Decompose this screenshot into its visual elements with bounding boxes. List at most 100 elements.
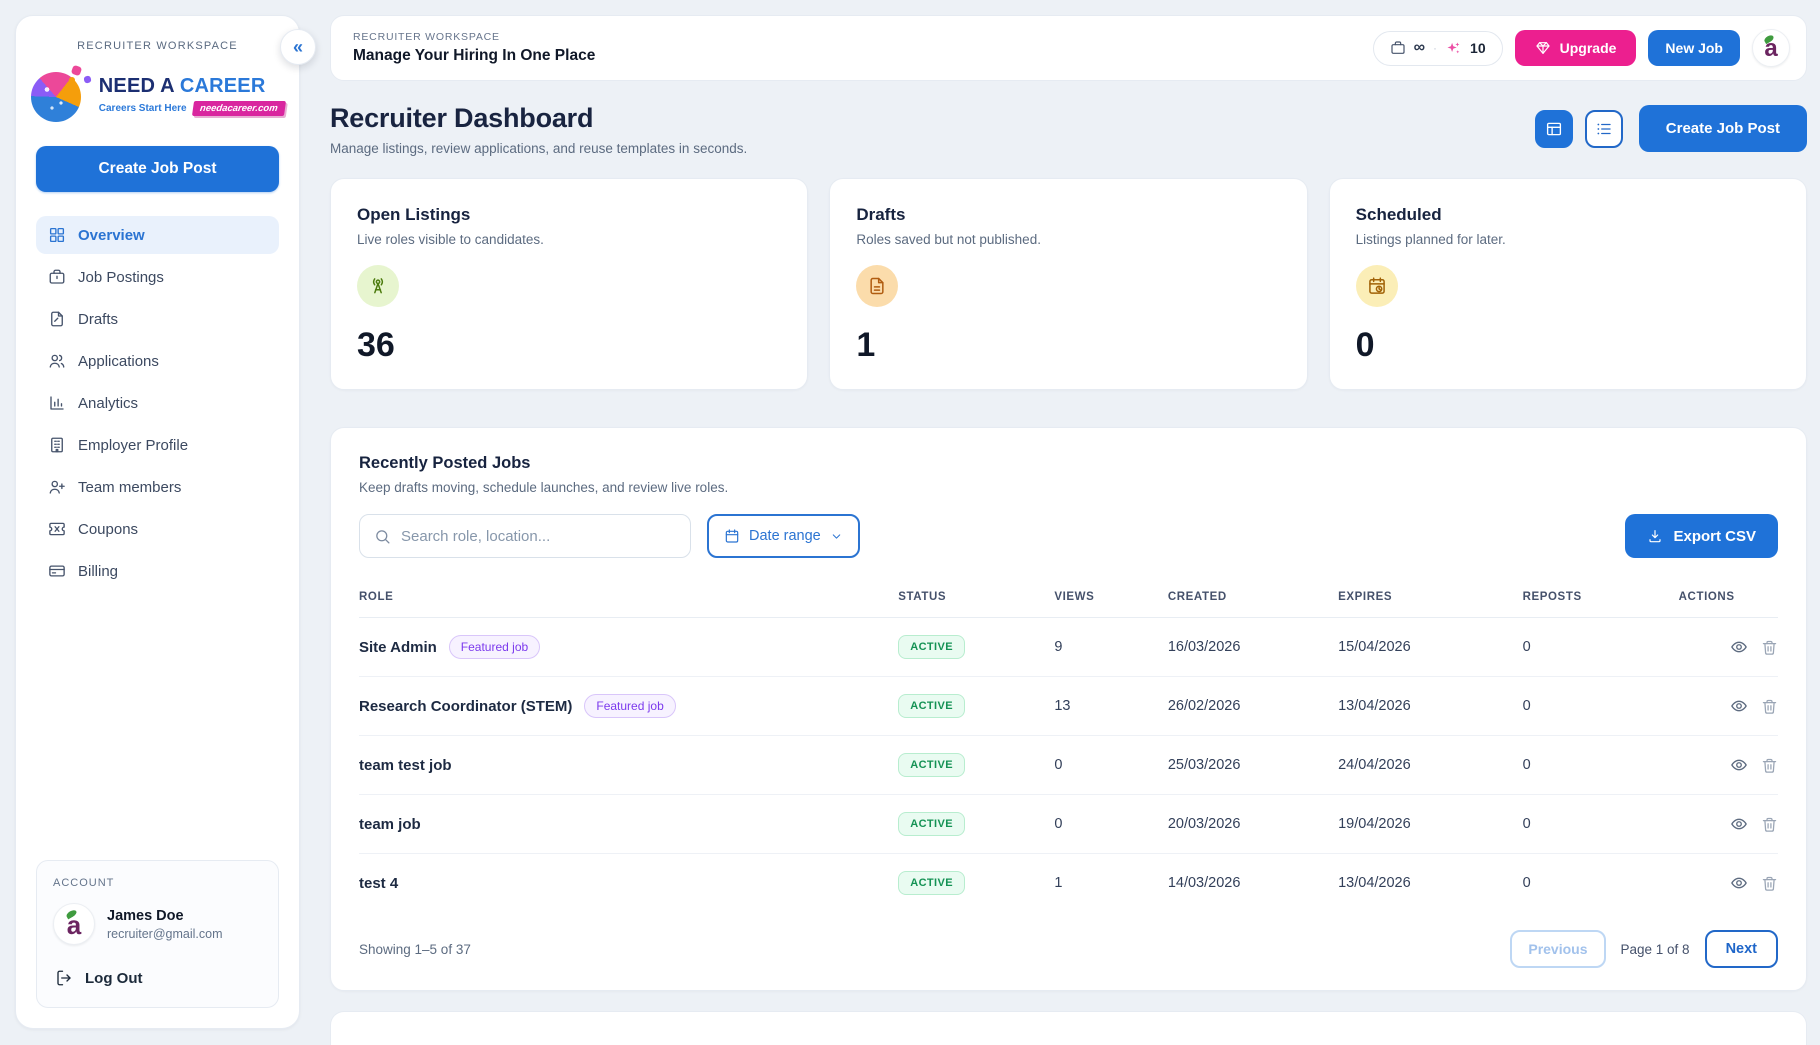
ticket-icon [48, 520, 66, 538]
stat-value: 0 [1356, 326, 1780, 365]
table-header-row: ROLE STATUS VIEWS CREATED EXPIRES REPOST… [359, 578, 1778, 618]
sidebar-item-label: Overview [78, 227, 145, 244]
sidebar-create-job-button[interactable]: Create Job Post [36, 146, 279, 192]
sidebar-item-drafts[interactable]: Drafts [36, 300, 279, 338]
brand-name: NEED A CAREER [99, 75, 284, 98]
header-expires: EXPIRES [1338, 578, 1522, 618]
search-input[interactable] [401, 528, 676, 545]
header-role: ROLE [359, 578, 898, 618]
job-expires: 24/04/2026 [1338, 736, 1522, 795]
export-csv-button[interactable]: Export CSV [1625, 514, 1778, 558]
view-icon[interactable] [1730, 815, 1748, 833]
delete-icon[interactable] [1761, 639, 1778, 656]
sidebar-nav: Overview Job Postings Drafts Application… [36, 216, 279, 590]
credits-pill[interactable]: ∞ · 10 [1373, 31, 1503, 66]
list-icon [1595, 120, 1613, 138]
previous-page-button[interactable]: Previous [1510, 930, 1605, 968]
brand-globe-icon [31, 66, 89, 124]
featured-badge: Featured job [584, 694, 675, 718]
sidebar: RECRUITER WORKSPACE NEED A CAREER Career… [15, 15, 300, 1029]
view-icon[interactable] [1730, 638, 1748, 656]
building-icon [48, 436, 66, 454]
recently-posted-jobs-card: Recently Posted Jobs Keep drafts moving,… [330, 427, 1807, 991]
stat-card-drafts: Drafts Roles saved but not published. 1 [829, 178, 1307, 390]
page-title: Recruiter Dashboard [330, 103, 747, 134]
sidebar-item-label: Employer Profile [78, 437, 188, 454]
status-badge: ACTIVE [898, 635, 965, 659]
status-badge: ACTIVE [898, 812, 965, 836]
jobs-table: ROLE STATUS VIEWS CREATED EXPIRES REPOST… [359, 578, 1778, 912]
job-reposts: 0 [1523, 736, 1679, 795]
broadcast-icon [357, 265, 399, 307]
brand-domain-badge: needacareer.com [192, 101, 286, 116]
sidebar-item-label: Job Postings [78, 269, 164, 286]
job-created: 14/03/2026 [1168, 854, 1338, 913]
stat-cards: Open Listings Live roles visible to cand… [330, 178, 1807, 390]
sidebar-item-label: Coupons [78, 521, 138, 538]
delete-icon[interactable] [1761, 816, 1778, 833]
job-views: 1 [1054, 854, 1168, 913]
account-heading: ACCOUNT [53, 877, 262, 889]
sidebar-item-employer-profile[interactable]: Employer Profile [36, 426, 279, 464]
job-views: 9 [1054, 618, 1168, 677]
job-views: 13 [1054, 677, 1168, 736]
upgrade-button[interactable]: Upgrade [1515, 30, 1637, 66]
account-avatar: a [53, 903, 95, 945]
job-reposts: 0 [1523, 854, 1679, 913]
sidebar-collapse-button[interactable]: « [280, 29, 316, 65]
pagination: Previous Page 1 of 8 Next [1510, 930, 1778, 968]
user-avatar[interactable]: a [1752, 29, 1790, 67]
sidebar-item-label: Applications [78, 353, 159, 370]
sidebar-item-job-postings[interactable]: Job Postings [36, 258, 279, 296]
chevrons-left-icon: « [293, 37, 303, 58]
list-view-toggle[interactable] [1585, 110, 1623, 148]
sidebar-workspace-label: RECRUITER WORKSPACE [36, 40, 279, 52]
topbar-eyebrow: RECRUITER WORKSPACE [353, 31, 595, 43]
view-icon[interactable] [1730, 874, 1748, 892]
delete-icon[interactable] [1761, 875, 1778, 892]
job-reposts: 0 [1523, 618, 1679, 677]
sidebar-item-label: Analytics [78, 395, 138, 412]
infinity-jobs-count: ∞ [1414, 40, 1425, 56]
showing-count: Showing 1–5 of 37 [359, 942, 471, 957]
grid-icon [48, 226, 66, 244]
sidebar-item-billing[interactable]: Billing [36, 552, 279, 590]
job-role: Research Coordinator (STEM) [359, 698, 572, 715]
sidebar-item-overview[interactable]: Overview [36, 216, 279, 254]
account-name: James Doe [107, 908, 223, 924]
sidebar-item-coupons[interactable]: Coupons [36, 510, 279, 548]
status-badge: ACTIVE [898, 753, 965, 777]
logout-button[interactable]: Log Out [53, 963, 262, 993]
bar-chart-icon [48, 394, 66, 412]
delete-icon[interactable] [1761, 698, 1778, 715]
user-plus-icon [48, 478, 66, 496]
sidebar-item-team-members[interactable]: Team members [36, 468, 279, 506]
job-created: 16/03/2026 [1168, 618, 1338, 677]
job-role: team test job [359, 757, 452, 774]
job-reposts: 0 [1523, 677, 1679, 736]
create-job-post-button[interactable]: Create Job Post [1639, 105, 1807, 152]
dashboard-header: Recruiter Dashboard Manage listings, rev… [330, 103, 1807, 156]
delete-icon[interactable] [1761, 757, 1778, 774]
table-row: Research Coordinator (STEM)Featured job … [359, 677, 1778, 736]
credits-count: 10 [1470, 40, 1486, 56]
main-content: RECRUITER WORKSPACE Manage Your Hiring I… [330, 15, 1807, 1045]
next-section-card-edge [330, 1011, 1807, 1045]
view-icon[interactable] [1730, 756, 1748, 774]
table-row: test 4 ACTIVE 1 14/03/2026 13/04/2026 0 [359, 854, 1778, 913]
job-created: 25/03/2026 [1168, 736, 1338, 795]
sidebar-item-applications[interactable]: Applications [36, 342, 279, 380]
table-row: Site AdminFeatured job ACTIVE 9 16/03/20… [359, 618, 1778, 677]
sidebar-item-analytics[interactable]: Analytics [36, 384, 279, 422]
date-range-button[interactable]: Date range [707, 514, 860, 558]
view-icon[interactable] [1730, 697, 1748, 715]
table-view-toggle[interactable] [1535, 110, 1573, 148]
next-page-button[interactable]: Next [1705, 930, 1778, 968]
brand-logo: NEED A CAREER Careers Start Here needaca… [36, 66, 279, 124]
briefcase-icon [48, 268, 66, 286]
new-job-button[interactable]: New Job [1648, 30, 1740, 66]
sparkles-icon [1445, 40, 1462, 57]
topbar-title: Manage Your Hiring In One Place [353, 47, 595, 65]
job-created: 26/02/2026 [1168, 677, 1338, 736]
job-reposts: 0 [1523, 795, 1679, 854]
